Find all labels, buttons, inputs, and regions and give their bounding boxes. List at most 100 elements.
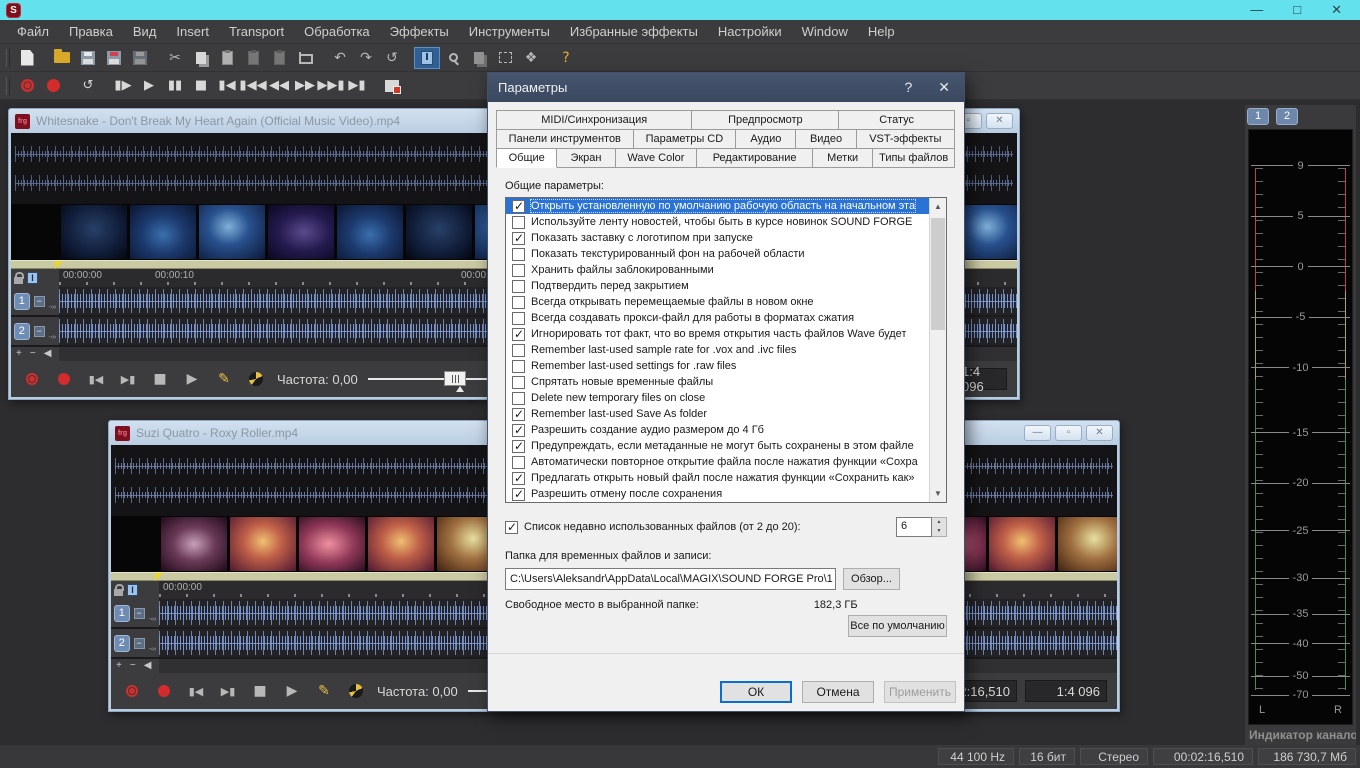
dialog-help-button[interactable]: ? <box>904 79 912 96</box>
redo-icon[interactable]: ↷ <box>353 47 379 69</box>
option-row[interactable]: Показать текстурированный фон на рабочей… <box>506 246 929 262</box>
option-checkbox[interactable] <box>512 344 525 357</box>
option-row[interactable]: Открыть установленную по умолчанию рабоч… <box>506 198 929 214</box>
zoom-in-button[interactable]: + <box>14 348 24 360</box>
option-row[interactable]: Автоматически повторное открытие файла п… <box>506 454 929 470</box>
marker-pencil-icon[interactable]: ✎ <box>313 680 335 702</box>
track-number-button[interactable]: 1 <box>14 293 30 310</box>
envelope-tool-icon[interactable] <box>466 47 492 69</box>
record-remote-icon[interactable] <box>14 75 40 97</box>
paste-icon[interactable] <box>214 47 240 69</box>
option-row[interactable]: Предлагать открыть новый файл после нажа… <box>506 470 929 486</box>
copy-icon[interactable] <box>188 47 214 69</box>
option-row[interactable]: Remember last-used sample rate for .vox … <box>506 342 929 358</box>
track-minimize-button[interactable]: − <box>34 296 45 307</box>
edit-tool-icon[interactable]: I <box>127 584 138 596</box>
spinner-down-arrow[interactable]: ▼ <box>932 527 946 536</box>
window-restore-button[interactable]: ▫ <box>1055 425 1082 441</box>
selection-tool-icon[interactable] <box>492 47 518 69</box>
play-all-icon[interactable]: ▮▶ <box>110 75 136 97</box>
option-checkbox[interactable] <box>512 312 525 325</box>
menu-tools[interactable]: Инструменты <box>460 22 559 41</box>
menu-window[interactable]: Window <box>793 22 857 41</box>
forward-icon[interactable]: ▶▶ <box>292 75 318 97</box>
options-dialog[interactable]: Параметры ? ✕ MIDI/Синхронизация Предпро… <box>487 72 965 712</box>
record-remote-icon[interactable] <box>21 368 43 390</box>
scroll-up-arrow[interactable]: ▲ <box>930 198 946 215</box>
paste-special-icon[interactable] <box>240 47 266 69</box>
menu-edit[interactable]: Правка <box>60 22 122 41</box>
tab-status[interactable]: Статус <box>838 110 955 130</box>
spinner-up-arrow[interactable]: ▲ <box>932 518 946 527</box>
lock-icon[interactable] <box>14 277 23 284</box>
track-number-button[interactable]: 2 <box>14 323 30 340</box>
go-to-start-icon[interactable]: ▮◀ <box>85 368 107 390</box>
app-minimize-button[interactable]: — <box>1250 1 1263 19</box>
tab-file-types[interactable]: Типы файлов <box>872 148 955 168</box>
track-minimize-button[interactable]: − <box>134 608 145 619</box>
option-row[interactable]: Игнорировать тот факт, что во время откр… <box>506 326 929 342</box>
track-minimize-button[interactable]: − <box>134 638 145 649</box>
meter-channel-1-button[interactable]: 1 <box>1247 108 1269 125</box>
option-checkbox[interactable] <box>512 328 525 341</box>
tab-audio[interactable]: Аудио <box>735 129 796 149</box>
menu-file[interactable]: Файл <box>8 22 58 41</box>
record-icon[interactable] <box>53 368 75 390</box>
menu-process[interactable]: Обработка <box>295 22 379 41</box>
meter-channel-2-button[interactable]: 2 <box>1276 108 1298 125</box>
tab-cd-settings[interactable]: Параметры CD <box>633 129 737 149</box>
app-maximize-button[interactable]: □ <box>1293 1 1301 19</box>
option-row[interactable]: Разрешить отмену после сохранения <box>506 486 929 502</box>
go-to-end-icon[interactable]: ▶▮ <box>117 368 139 390</box>
menu-help[interactable]: Help <box>859 22 904 41</box>
list-scrollbar[interactable]: ▲ ▼ <box>929 198 946 502</box>
video-preview-icon[interactable] <box>379 75 405 97</box>
tab-video[interactable]: Видео <box>795 129 856 149</box>
record-icon[interactable] <box>153 680 175 702</box>
option-row[interactable]: Delete new temporary files on close <box>506 390 929 406</box>
dialog-titlebar[interactable]: Параметры ? ✕ <box>488 73 964 102</box>
option-row[interactable]: Remember last-used Save As folder <box>506 406 929 422</box>
zoom-in-button[interactable]: + <box>114 660 124 672</box>
option-row[interactable]: Разрешить создание аудио размером до 4 Г… <box>506 422 929 438</box>
app-close-button[interactable]: ✕ <box>1331 1 1342 19</box>
option-checkbox[interactable] <box>512 360 525 373</box>
go-to-start-icon[interactable]: ▮◀ <box>185 680 207 702</box>
scroll-down-arrow[interactable]: ▼ <box>930 485 946 502</box>
track-minimize-button[interactable]: − <box>34 326 45 337</box>
option-checkbox[interactable] <box>512 280 525 293</box>
zoom-out-button[interactable]: − <box>28 348 38 360</box>
scrub-speaker-icon[interactable] <box>345 680 367 702</box>
marker-pencil-icon[interactable]: ✎ <box>213 368 235 390</box>
option-checkbox[interactable] <box>512 408 525 421</box>
lock-icon[interactable] <box>114 589 123 596</box>
repeat-icon[interactable]: ↺ <box>379 47 405 69</box>
recent-files-count-input[interactable]: 6 <box>896 517 932 537</box>
option-checkbox[interactable] <box>512 392 525 405</box>
browse-button[interactable]: Обзор... <box>843 568 900 590</box>
option-checkbox[interactable] <box>512 440 525 453</box>
event-tool-icon[interactable]: ❖ <box>518 47 544 69</box>
recent-files-spinner[interactable]: ▲▼ <box>932 517 947 537</box>
scrollbar-thumb[interactable] <box>931 218 945 330</box>
defaults-button[interactable]: Все по умолчанию <box>848 615 947 637</box>
option-row[interactable]: Показать заставку с логотипом при запуск… <box>506 230 929 246</box>
stop-icon[interactable]: ■ <box>249 680 271 702</box>
rewind-icon[interactable]: ◀◀ <box>266 75 292 97</box>
option-row[interactable]: Всегда открывать перемещаемые файлы в но… <box>506 294 929 310</box>
dialog-close-button[interactable]: ✕ <box>938 79 950 96</box>
option-checkbox[interactable] <box>512 296 525 309</box>
tab-toolbars[interactable]: Панели инструментов <box>496 129 634 149</box>
option-checkbox[interactable] <box>512 248 525 261</box>
go-to-start-icon[interactable]: ▮◀ <box>214 75 240 97</box>
play-icon[interactable]: ▶ <box>281 680 303 702</box>
stop-icon[interactable]: ■ <box>149 368 171 390</box>
tab-midi-sync[interactable]: MIDI/Синхронизация <box>496 110 692 130</box>
play-icon[interactable]: ▶ <box>181 368 203 390</box>
scroll-left-button[interactable]: ◀ <box>42 348 54 360</box>
record-remote-icon[interactable] <box>121 680 143 702</box>
window-close-button[interactable]: ✕ <box>1086 425 1113 441</box>
option-checkbox[interactable] <box>512 200 525 213</box>
save-icon[interactable] <box>75 47 101 69</box>
trim-crop-icon[interactable] <box>292 47 318 69</box>
